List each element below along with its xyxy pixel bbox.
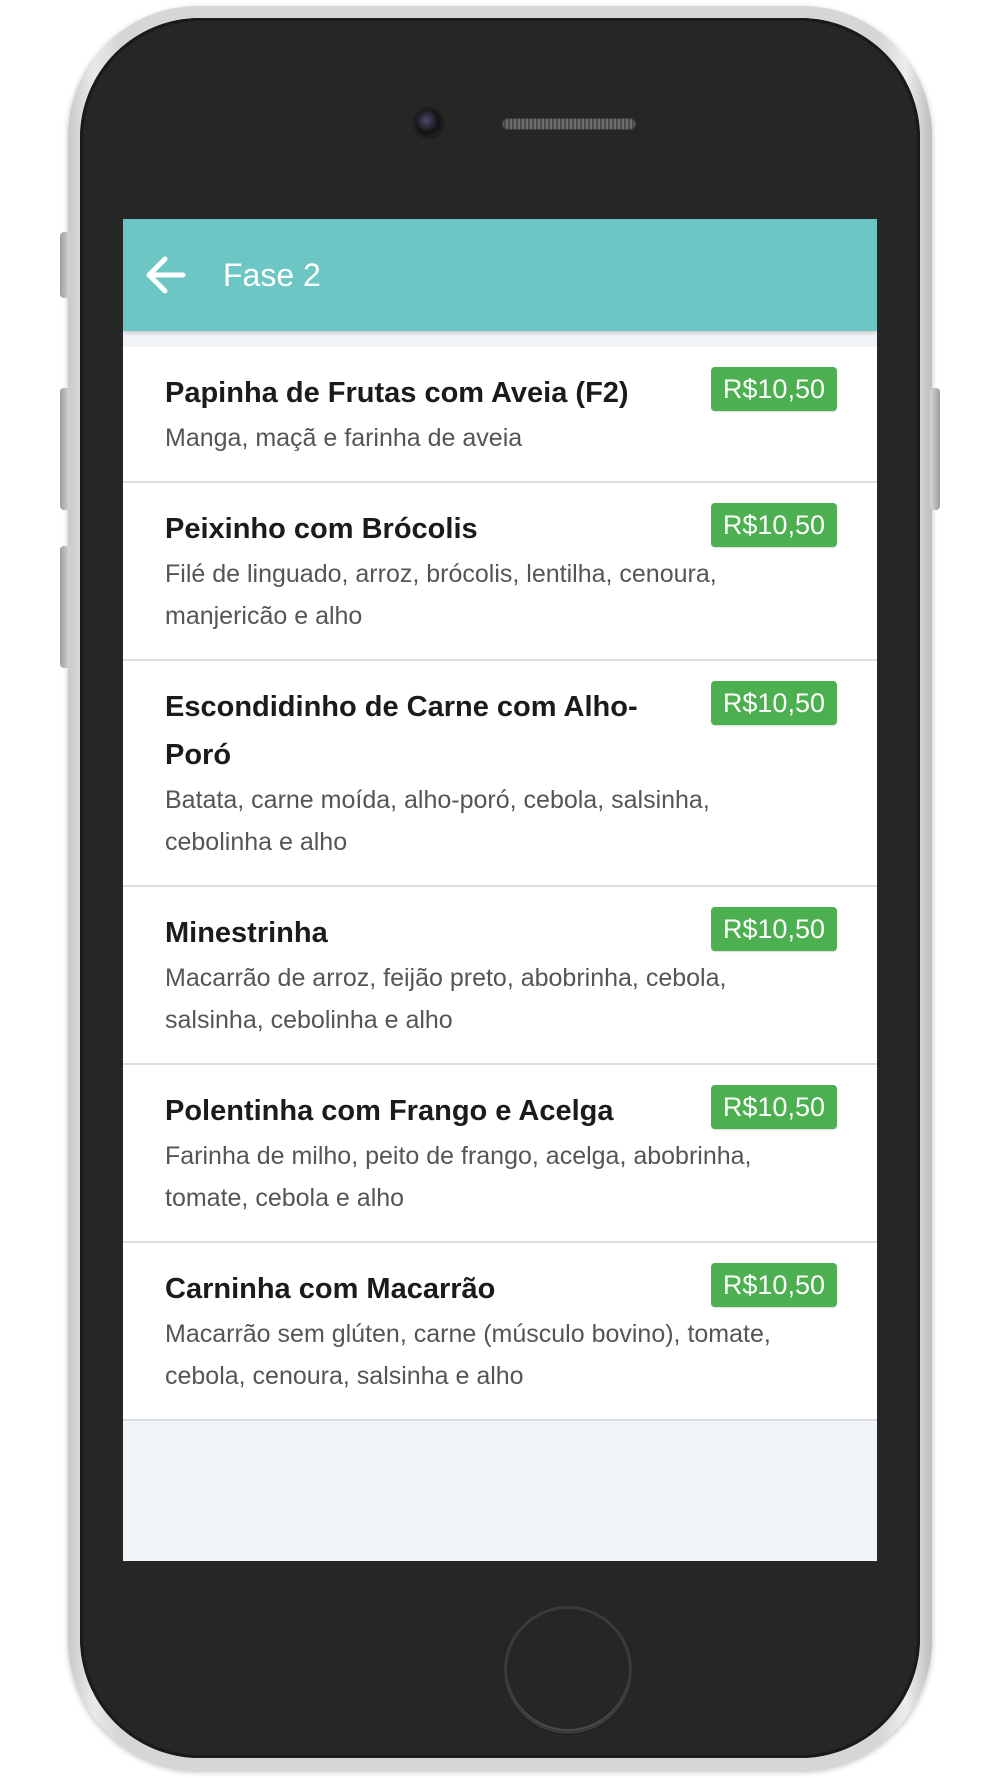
arrow-left-icon xyxy=(146,256,186,294)
volume-up-button xyxy=(60,388,70,510)
price-badge: R$10,50 xyxy=(710,503,837,547)
front-camera xyxy=(416,110,442,136)
item-description: Farinha de milho, peito de frango, acelg… xyxy=(165,1142,752,1212)
menu-item[interactable]: Minestrinha Macarrão de arroz, feijão pre… xyxy=(123,887,877,1065)
app-bar: Fase 2 xyxy=(123,219,877,331)
item-name: Peixinho com Brócolis xyxy=(165,513,478,545)
price-badge: R$10,50 xyxy=(710,1263,837,1307)
price-badge: R$10,50 xyxy=(710,681,837,725)
menu-item[interactable]: Peixinho com Brócolis Filé de linguado, a… xyxy=(123,483,877,661)
item-name: Papinha de Frutas com Aveia (F2) xyxy=(165,377,629,409)
price-badge: R$10,50 xyxy=(710,907,837,951)
menu-item[interactable]: Carninha com Macarrão Macarrão sem glúten… xyxy=(123,1243,877,1421)
item-description: Manga, maçã e farinha de aveia xyxy=(165,424,523,452)
item-description: Filé de linguado, arroz, brócolis, lenti… xyxy=(165,560,717,630)
app-screen: Fase 2 Papinha de Frutas com Aveia (F2) M… xyxy=(123,219,877,1561)
item-description: Batata, carne moída, alho-poró, cebola, … xyxy=(165,786,710,856)
item-description: Macarrão sem glúten, carne (músculo bovi… xyxy=(165,1320,771,1390)
menu-item[interactable]: Escondidinho de Carne com Alho-Poró Batat… xyxy=(123,661,877,887)
stage: Fase 2 Papinha de Frutas com Aveia (F2) M… xyxy=(0,0,1000,1778)
volume-down-button xyxy=(60,546,70,668)
menu-list: Papinha de Frutas com Aveia (F2) Manga, m… xyxy=(123,347,877,1421)
home-button[interactable] xyxy=(504,1606,632,1734)
menu-item[interactable]: Polentinha com Frango e Acelga Farinha de… xyxy=(123,1065,877,1243)
price-badge: R$10,50 xyxy=(710,1085,837,1129)
item-name: Carninha com Macarrão xyxy=(165,1273,496,1305)
menu-item[interactable]: Papinha de Frutas com Aveia (F2) Manga, m… xyxy=(123,347,877,483)
item-name: Polentinha com Frango e Acelga xyxy=(165,1095,614,1127)
earpiece-speaker xyxy=(502,118,636,130)
back-button[interactable] xyxy=(143,255,187,295)
item-name: Escondidinho de Carne com Alho-Poró xyxy=(165,691,638,771)
page-title: Fase 2 xyxy=(223,257,321,293)
mute-switch xyxy=(60,232,70,298)
item-description: Macarrão de arroz, feijão preto, abobrin… xyxy=(165,964,727,1034)
power-button xyxy=(930,388,940,510)
price-badge: R$10,50 xyxy=(710,367,837,411)
item-name: Minestrinha xyxy=(165,917,328,949)
